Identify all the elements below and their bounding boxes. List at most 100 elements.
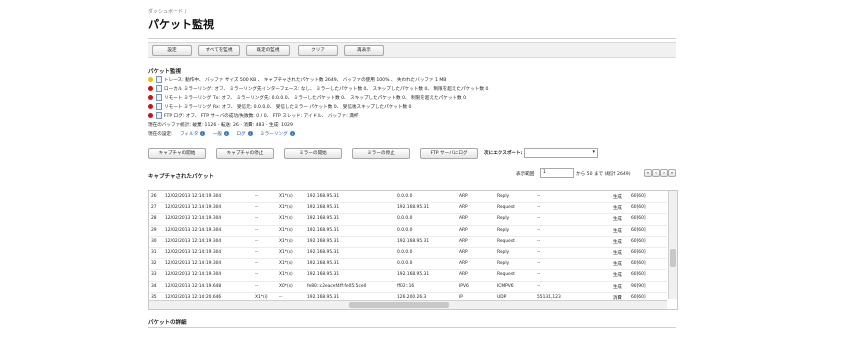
- row-no: 33: [151, 272, 157, 278]
- row-dst: 0.0.0.0: [397, 227, 413, 233]
- row-time: 12/02/2013 12:14:19.304: [165, 216, 222, 222]
- log-link[interactable]: ログ: [236, 132, 245, 137]
- scroll-thumb[interactable]: [670, 249, 676, 267]
- row-no: 28: [151, 216, 157, 222]
- row-size: 60[60]: [631, 261, 646, 267]
- row-proto: ARP: [459, 194, 468, 199]
- row-status: 生成: [613, 262, 622, 268]
- row-size: 60[60]: [631, 238, 646, 244]
- row-status: 生成: [613, 206, 622, 212]
- row-out: X1*(s): [279, 205, 293, 211]
- row-size: 60[60]: [631, 250, 646, 255]
- row-proto: ARP: [459, 205, 468, 211]
- row-dst: 0.0.0.0: [397, 261, 413, 267]
- row-src: 192.168.95.31: [307, 216, 340, 222]
- row-time: 12/02/2013 12:14:19.648: [165, 283, 222, 289]
- log-to-ftp-button[interactable]: FTP サーバにログ: [420, 148, 478, 159]
- row-dst: 192.168.95.31: [397, 238, 430, 244]
- row-port: --: [537, 194, 541, 199]
- monitor-all-button[interactable]: すべてを監視: [198, 45, 240, 56]
- buffer-stats: 現在のバッファ統計: 破棄: 1126 - 転送: 26 - 消費: 483 -…: [148, 123, 293, 128]
- mirroring-link[interactable]: ミラーリング: [260, 132, 288, 137]
- vertical-scrollbar[interactable]: [668, 191, 677, 299]
- row-size: 60[60]: [631, 216, 646, 222]
- row-out: X1*(s): [279, 272, 293, 278]
- row-time: 12/02/2013 12:14:19.304: [165, 194, 222, 199]
- row-in: --: [255, 194, 259, 199]
- info-icon[interactable]: i: [200, 131, 206, 136]
- row-time: 12/02/2013 12:14:19.304: [165, 227, 222, 233]
- row-no: 30: [151, 238, 157, 244]
- row-src: 192.168.95.31: [307, 250, 340, 255]
- row-port: --: [537, 238, 541, 244]
- export-label: 次にエクスポート:: [484, 151, 523, 156]
- info-icon[interactable]: i: [289, 131, 295, 136]
- row-src: 192.168.95.31: [307, 227, 340, 233]
- row-dst: 0.0.0.0: [397, 216, 413, 222]
- row-in: --: [255, 261, 259, 267]
- current-settings: 現在の設定: フィルタ i 一般 i ログ i ミラーリング i: [148, 131, 295, 137]
- row-status: 生成: [613, 284, 622, 290]
- row-out: X1*(s): [279, 250, 293, 255]
- breadcrumb[interactable]: ダッシュボード /: [148, 8, 186, 15]
- info-icon[interactable]: i: [223, 131, 229, 136]
- row-status: 生成: [613, 217, 622, 223]
- row-info: Reply: [497, 216, 510, 222]
- row-dst: 192.168.95.31: [397, 272, 430, 278]
- toolbar: 設定 すべてを監視 既定の監視 クリア 再表示: [148, 42, 676, 58]
- first-page-icon[interactable]: «: [644, 169, 652, 177]
- general-link[interactable]: 一般: [213, 132, 222, 137]
- row-port: --: [537, 272, 541, 278]
- prev-page-icon[interactable]: ‹: [652, 169, 660, 177]
- stop-capture-button[interactable]: キャプチャの停止: [216, 148, 274, 159]
- row-in: --: [255, 216, 259, 222]
- document-icon: [156, 85, 162, 92]
- remote-mirror-tx-line: リモート ミラーリング Tx: オフ、 ミラーリング先: 0.0.0.0、 ミラ…: [164, 96, 467, 101]
- row-size: 60[60]: [631, 205, 646, 211]
- row-info: Reply: [497, 250, 510, 255]
- filter-link[interactable]: フィルタ: [180, 132, 198, 137]
- document-icon: [156, 76, 162, 83]
- row-in: --: [255, 227, 259, 233]
- row-out: X0*(s): [279, 283, 293, 289]
- last-page-icon[interactable]: »: [668, 169, 676, 177]
- settings-button[interactable]: 設定: [152, 45, 192, 56]
- info-icon[interactable]: i: [247, 131, 253, 136]
- row-status: 生成: [613, 239, 622, 245]
- range-input[interactable]: 1: [540, 168, 574, 178]
- row-size: 60[60]: [631, 272, 646, 278]
- row-src: 192.168.95.31: [307, 238, 340, 244]
- default-monitor-button[interactable]: 既定の監視: [246, 45, 290, 56]
- stop-mirror-button[interactable]: ミラーの停止: [352, 148, 410, 159]
- start-mirror-button[interactable]: ミラーの開始: [284, 148, 342, 159]
- start-capture-button[interactable]: キャプチャの開始: [148, 148, 206, 159]
- row-info: ICMPV6: [497, 283, 514, 289]
- row-out: X1*(s): [279, 194, 293, 199]
- scroll-thumb[interactable]: [349, 302, 449, 308]
- status-red-icon: [148, 104, 153, 109]
- row-info: Request: [497, 238, 515, 244]
- row-proto: ARP: [459, 261, 468, 267]
- row-in: --: [255, 283, 259, 289]
- horizontal-scrollbar[interactable]: [149, 300, 667, 309]
- row-info: Request: [497, 272, 515, 278]
- document-icon: [156, 103, 162, 110]
- row-in: --: [255, 250, 259, 255]
- row-no: 27: [151, 205, 157, 211]
- range-input-value: 1: [543, 170, 546, 175]
- row-port: --: [537, 261, 541, 267]
- row-port: --: [537, 216, 541, 222]
- row-time: 12/02/2013 12:14:19.304: [165, 205, 222, 211]
- status-red-icon: [148, 113, 153, 118]
- export-select[interactable]: ▾: [524, 148, 598, 158]
- row-in: --: [255, 205, 259, 211]
- row-dst: 0.0.0.0: [397, 250, 413, 255]
- clear-button[interactable]: クリア: [298, 45, 338, 56]
- row-time: 12/02/2013 12:14:19.304: [165, 238, 222, 244]
- refresh-button[interactable]: 再表示: [344, 45, 384, 56]
- row-no: 26: [151, 194, 157, 199]
- next-page-icon[interactable]: ›: [660, 169, 668, 177]
- row-dst: 0.0.0.0: [397, 194, 413, 199]
- row-out: X1*(s): [279, 216, 293, 222]
- row-status: 生成: [613, 273, 622, 279]
